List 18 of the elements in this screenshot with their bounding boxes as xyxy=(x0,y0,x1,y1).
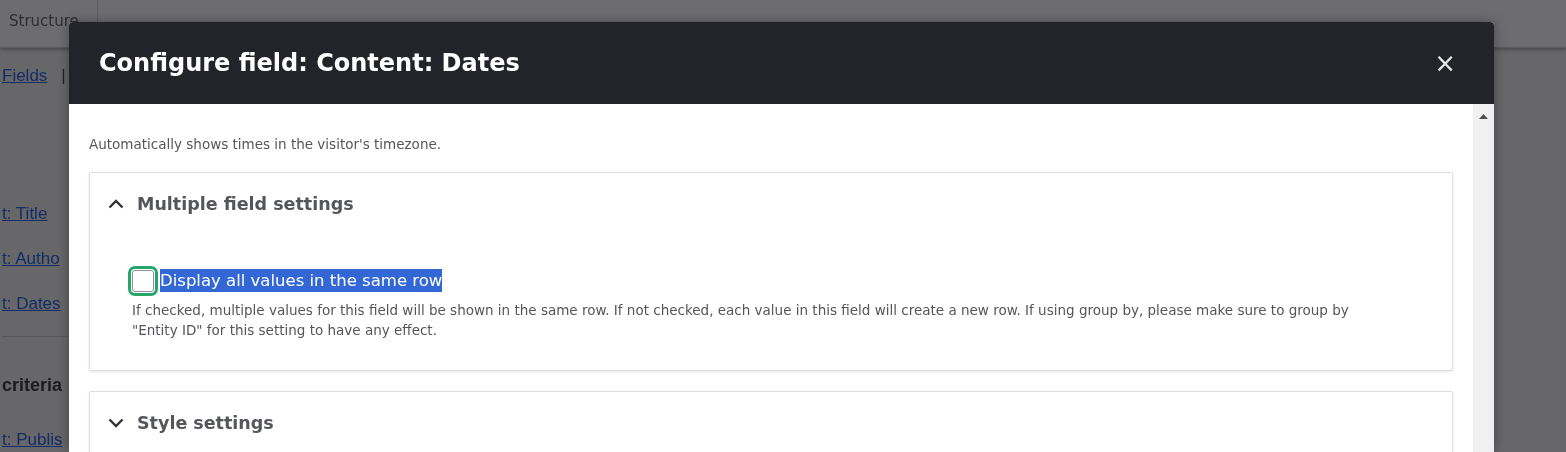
field-link[interactable]: t: Dates xyxy=(2,294,61,314)
scroll-up-icon[interactable] xyxy=(1479,114,1488,119)
chevron-icon xyxy=(108,199,124,209)
chevron-icon xyxy=(108,418,124,428)
scrollbar[interactable] xyxy=(1473,104,1494,452)
dialog-title: Configure field: Content: Dates xyxy=(99,49,520,77)
separator: | xyxy=(61,66,66,86)
close-button[interactable]: × xyxy=(1430,48,1460,78)
field-link[interactable]: t: Autho xyxy=(2,249,60,269)
field-link[interactable]: t: Title xyxy=(2,204,48,224)
tab-link[interactable]: Fields xyxy=(2,66,48,86)
checkbox-label: Display all values in the same row xyxy=(160,269,443,292)
section-heading: criteria xyxy=(2,375,64,396)
section-toggle[interactable]: Style settings xyxy=(90,392,1452,452)
criteria-link[interactable]: t: Publis xyxy=(2,430,63,450)
section-toggle[interactable]: Multiple field settings xyxy=(90,173,1452,235)
description: Automatically shows times in the visitor's timezone. xyxy=(89,136,443,152)
description: If checked, multiple values for this field will be shown in the same row. If not checked, each value in this field will create a new row. If using group by, please make sure to group by "Entity ID" for this setting to have any effect. xyxy=(132,301,1350,340)
